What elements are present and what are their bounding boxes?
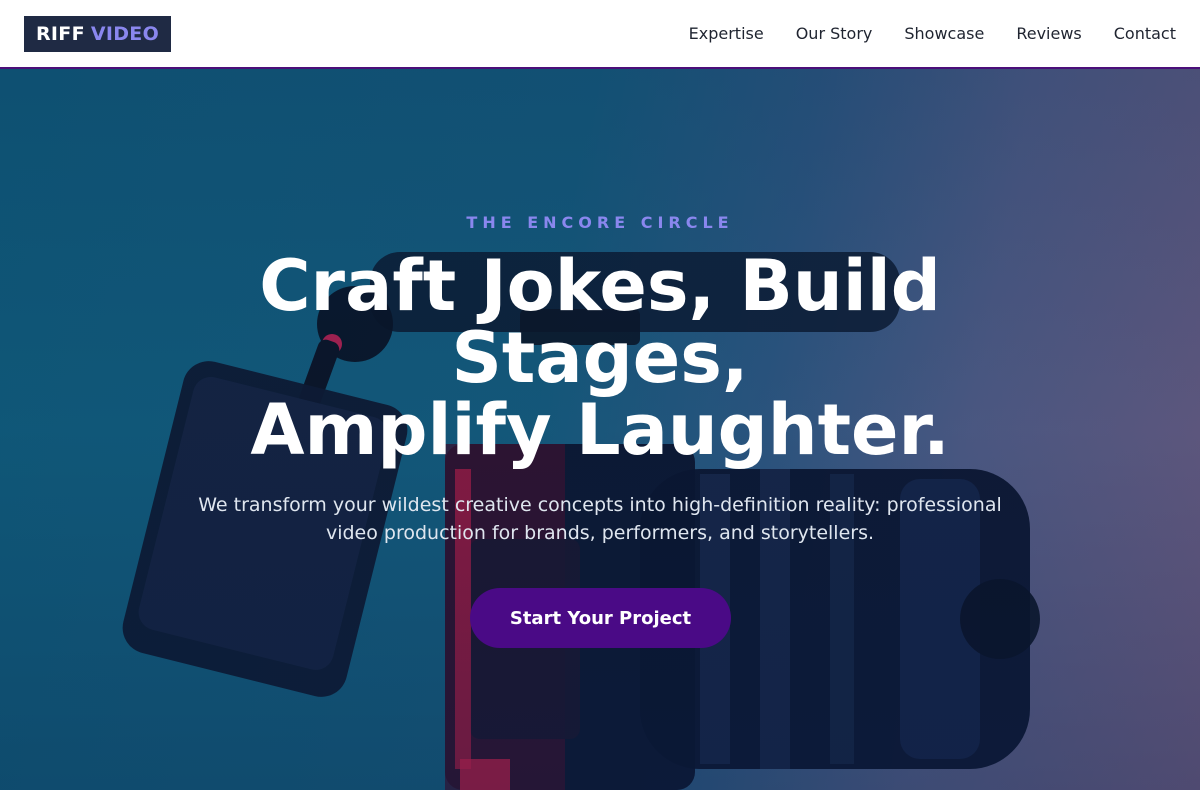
hero-headline-line-3: Amplify Laughter. (250, 389, 950, 471)
hero-section: THE ENCORE CIRCLE Craft Jokes, Build Sta… (0, 69, 1200, 790)
hero-headline-line-2: Stages, (451, 317, 749, 399)
logo[interactable]: RIFF VIDEO (24, 15, 172, 52)
logo-word-video: VIDEO (90, 22, 160, 45)
hero-headline: Craft Jokes, Build Stages, Amplify Laugh… (150, 250, 1050, 466)
nav-link-our-story[interactable]: Our Story (796, 24, 873, 43)
nav-link-showcase[interactable]: Showcase (904, 24, 984, 43)
nav-link-reviews[interactable]: Reviews (1016, 24, 1081, 43)
hero-eyebrow: THE ENCORE CIRCLE (466, 213, 734, 232)
site-header: RIFF VIDEO Expertise Our Story Showcase … (0, 0, 1200, 69)
logo-word-riff: RIFF (36, 22, 85, 45)
nav-link-contact[interactable]: Contact (1114, 24, 1176, 43)
hero-subtext: We transform your wildest creative conce… (198, 494, 1002, 544)
nav-link-expertise[interactable]: Expertise (689, 24, 764, 43)
hero-headline-line-1: Craft Jokes, Build (259, 245, 941, 327)
main-nav: Expertise Our Story Showcase Reviews Con… (657, 24, 1176, 43)
hero-content: THE ENCORE CIRCLE Craft Jokes, Build Sta… (0, 69, 1200, 790)
start-project-button[interactable]: Start Your Project (470, 588, 731, 648)
